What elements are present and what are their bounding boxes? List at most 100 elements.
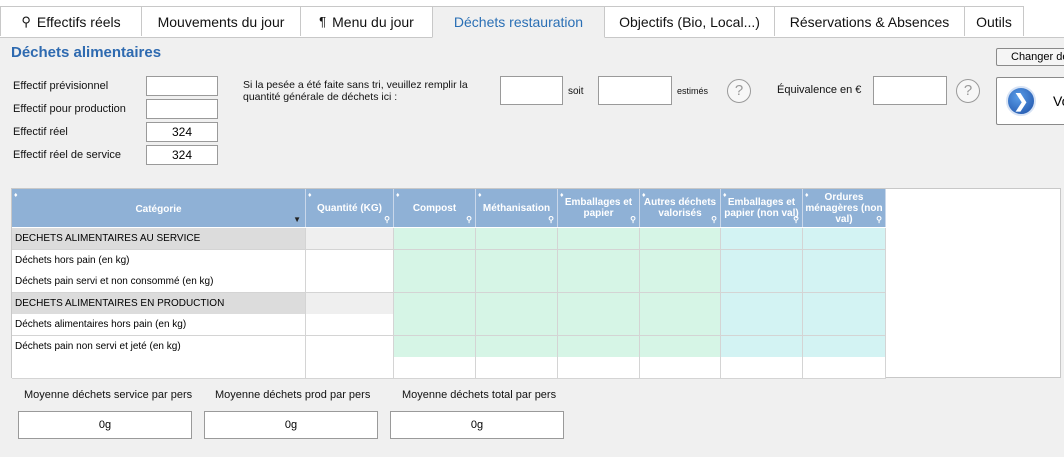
column-header-compost[interactable]: ♦ Compost ⚲ [394,189,476,227]
tab-reservations-absences[interactable]: Réservations & Absences [774,6,965,36]
filter-icon[interactable]: ⚲ [630,214,636,225]
sort-icon[interactable]: ♦ [14,190,18,201]
table-cell[interactable] [394,292,476,315]
soit-label: soit [568,86,584,97]
column-header-emballages-non-val[interactable]: ♦ Emballages et papier (non val) ⚲ [721,189,803,227]
pesee-estimate-input[interactable] [598,76,672,105]
table-cell[interactable] [394,228,476,250]
effectif-previsionnel-input[interactable] [146,76,218,96]
column-header-categorie[interactable]: ♦ Catégorie ▼ [12,189,306,227]
table-cell[interactable] [306,314,394,336]
table-cell[interactable] [803,335,886,358]
table-cell[interactable] [640,292,721,315]
table-cell[interactable] [306,271,394,293]
sort-icon[interactable]: ♦ [396,190,400,201]
table-cell[interactable] [306,228,394,250]
table-cell[interactable] [394,249,476,272]
equivalence-input[interactable] [873,76,947,105]
tab-mouvements-du-jour[interactable]: Mouvements du jour [141,6,301,36]
tab-effectifs-reels[interactable]: ⚲ Effectifs réels [0,6,142,36]
table-cell[interactable] [721,357,803,379]
table-cell[interactable] [803,271,886,293]
sort-icon[interactable]: ♦ [642,190,646,201]
table-cell[interactable] [640,228,721,250]
tab-dechets-restauration[interactable]: Déchets restauration [432,6,605,38]
tab-menu-du-jour[interactable]: ¶ Menu du jour [300,6,433,36]
column-header-emballages[interactable]: ♦ Emballages et papier ⚲ [558,189,640,227]
pesee-quantity-input[interactable] [500,76,563,105]
table-cell[interactable] [640,249,721,272]
table-cell[interactable] [721,228,803,250]
column-header-methanisation[interactable]: ♦ Méthanisation ⚲ [476,189,558,227]
effectif-reel-label: Effectif réel [13,126,68,138]
table-cell[interactable] [476,271,558,293]
column-header-ordures[interactable]: ♦ Ordures ménagères (non val) ⚲ [803,189,886,227]
table-cell[interactable] [803,357,886,379]
column-header-autres[interactable]: ♦ Autres déchets valorisés ⚲ [640,189,721,227]
effectif-reel-service-label: Effectif réel de service [13,149,122,161]
effectif-previsionnel-label: Effectif prévisionnel [13,80,109,92]
table-cell[interactable] [803,228,886,250]
tab-objectifs[interactable]: Objectifs (Bio, Local...) [604,6,775,36]
table-cell[interactable] [558,249,640,272]
table-cell[interactable] [558,335,640,358]
help-icon[interactable]: ? [956,79,980,103]
table-cell[interactable] [476,314,558,336]
sort-icon[interactable]: ♦ [805,190,809,201]
table-cell[interactable] [640,357,721,379]
filter-icon[interactable]: ⚲ [711,214,717,225]
group-row-label: DECHETS ALIMENTAIRES AU SERVICE [12,228,306,250]
table-cell[interactable] [803,292,886,315]
table-cell[interactable] [558,314,640,336]
table-cell[interactable] [306,335,394,358]
table-cell[interactable] [558,271,640,293]
dropdown-arrow-icon[interactable]: ▼ [293,214,301,225]
table-cell[interactable] [640,314,721,336]
table-cell[interactable] [721,271,803,293]
sort-icon[interactable]: ♦ [478,190,482,201]
table-cell[interactable] [721,314,803,336]
effectif-reel-input[interactable]: 324 [146,122,218,142]
table-cell[interactable] [476,228,558,250]
table-cell[interactable] [306,357,394,379]
table-cell[interactable] [394,335,476,358]
table-cell[interactable] [394,271,476,293]
table-cell[interactable] [394,357,476,379]
table-cell[interactable] [640,335,721,358]
table-cell[interactable] [721,335,803,358]
table-cell[interactable] [306,249,394,272]
tab-outils[interactable]: Outils [964,6,1024,36]
table-cell[interactable] [721,292,803,315]
table-cell[interactable] [558,292,640,315]
table-cell[interactable] [476,249,558,272]
filter-icon[interactable]: ⚲ [548,214,554,225]
sort-icon[interactable]: ♦ [308,190,312,201]
table-cell[interactable] [558,228,640,250]
row-label [12,357,306,379]
voir-button[interactable]: ❯ Vo [996,77,1064,125]
table-cell[interactable] [721,249,803,272]
table-cell[interactable] [476,357,558,379]
table-cell[interactable] [394,314,476,336]
table-cell[interactable] [803,249,886,272]
filter-icon[interactable]: ⚲ [793,214,799,225]
table-cell[interactable] [640,271,721,293]
changer-button[interactable]: Changer de [996,48,1064,66]
header-label: Catégorie [135,203,182,215]
effectif-reel-service-input[interactable]: 324 [146,145,218,165]
table-cell[interactable] [306,292,394,315]
moyenne-total-label: Moyenne déchets total par pers [402,389,557,401]
table-cell[interactable] [476,292,558,315]
help-icon[interactable]: ? [727,79,751,103]
table-cell[interactable] [558,357,640,379]
pesee-instruction: Si la pesée a été faite sans tri, veuill… [243,79,468,103]
filter-icon[interactable]: ⚲ [466,214,472,225]
column-header-quantite[interactable]: ♦ Quantité (KG) ⚲ [306,189,394,227]
sort-icon[interactable]: ♦ [723,190,727,201]
filter-icon[interactable]: ⚲ [876,214,882,225]
filter-icon[interactable]: ⚲ [384,214,390,225]
sort-icon[interactable]: ♦ [560,190,564,201]
effectif-production-input[interactable] [146,99,218,119]
table-cell[interactable] [476,335,558,358]
table-cell[interactable] [803,314,886,336]
